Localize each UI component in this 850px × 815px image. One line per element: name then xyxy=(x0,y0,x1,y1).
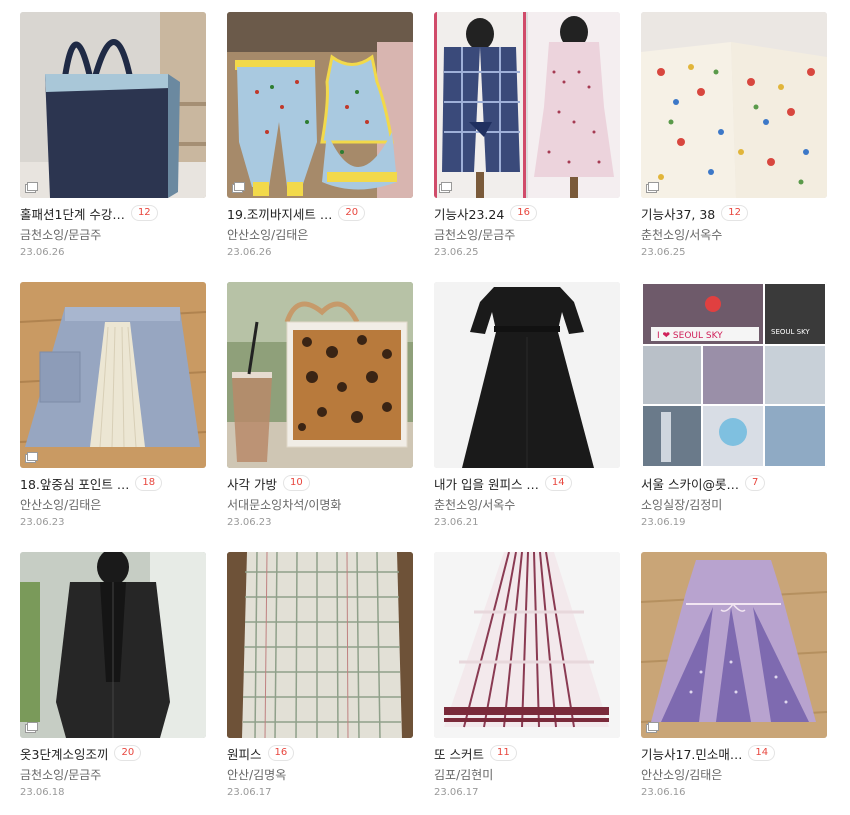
comment-count-badge: 11 xyxy=(489,745,517,761)
post-thumbnail[interactable]: I ❤ SEOUL SKY SEOUL SKY xyxy=(641,282,827,468)
multi-image-icon xyxy=(232,182,245,193)
comment-count-badge: 20 xyxy=(114,745,142,761)
post-grid: 홀패션1단계 수강… 12 금천소잉/문금주 23.06.26 19.조끼바지세… xyxy=(0,0,850,815)
post-date: 23.06.16 xyxy=(641,787,686,798)
post-author[interactable]: 금천소잉/문금주 xyxy=(20,766,101,783)
comment-count-badge: 16 xyxy=(267,745,295,761)
post-author[interactable]: 금천소잉/문금주 xyxy=(434,226,515,243)
post-title[interactable]: 기능사37, 38 xyxy=(641,204,715,223)
photo-sign-text: I ❤ SEOUL SKY xyxy=(657,331,723,341)
post-date: 23.06.17 xyxy=(434,787,479,798)
post-thumbnail[interactable] xyxy=(434,282,620,468)
post-title[interactable]: 원피스 xyxy=(227,744,262,763)
multi-image-icon xyxy=(25,722,38,733)
post-author[interactable]: 안산/김명옥 xyxy=(227,766,286,783)
post-title[interactable]: 홀패션1단계 수강… xyxy=(20,204,125,223)
multi-image-icon xyxy=(439,182,452,193)
photo-sign-text: SEOUL SKY xyxy=(771,328,810,336)
post-thumbnail[interactable] xyxy=(641,552,827,738)
comment-count-badge: 16 xyxy=(510,205,538,221)
post-date: 23.06.19 xyxy=(641,517,686,528)
multi-image-icon xyxy=(646,722,659,733)
post-title[interactable]: 옷3단계소잉조끼 xyxy=(20,744,108,763)
post-thumbnail[interactable] xyxy=(434,12,620,198)
post-date: 23.06.25 xyxy=(641,247,686,258)
post-title[interactable]: 기능사23.24 xyxy=(434,204,504,223)
post-author[interactable]: 안산소잉/김태은 xyxy=(641,766,722,783)
comment-count-badge: 12 xyxy=(130,205,158,221)
comment-count-badge: 12 xyxy=(721,205,748,221)
post-author[interactable]: 안산소잉/김태은 xyxy=(20,496,101,513)
post-thumbnail[interactable] xyxy=(227,552,413,738)
comment-count-badge: 18 xyxy=(135,475,163,491)
multi-image-icon xyxy=(25,182,38,193)
post-author[interactable]: 소잉실장/김정미 xyxy=(641,496,722,513)
post-author[interactable]: 안산소잉/김태은 xyxy=(227,226,308,243)
post-thumbnail[interactable] xyxy=(641,12,827,198)
post-date: 23.06.23 xyxy=(20,517,65,528)
comment-count-badge: 14 xyxy=(748,745,776,761)
post-thumbnail[interactable] xyxy=(20,552,206,738)
post-author[interactable]: 김포/김현미 xyxy=(434,766,493,783)
comment-count-badge: 14 xyxy=(544,475,572,491)
post-title[interactable]: 사각 가방 xyxy=(227,474,277,493)
comment-count-badge: 10 xyxy=(282,475,310,491)
post-title[interactable]: 또 스커트 xyxy=(434,744,484,763)
post-title[interactable]: 내가 입을 원피스 … xyxy=(434,474,539,493)
post-date: 23.06.23 xyxy=(227,517,272,528)
post-date: 23.06.25 xyxy=(434,247,479,258)
post-date: 23.06.17 xyxy=(227,787,272,798)
multi-image-icon xyxy=(25,452,38,463)
post-thumbnail[interactable] xyxy=(434,552,620,738)
post-author[interactable]: 서대문소잉차석/이명화 xyxy=(227,496,341,513)
post-date: 23.06.26 xyxy=(20,247,65,258)
post-date: 23.06.21 xyxy=(434,517,479,528)
post-thumbnail[interactable] xyxy=(227,12,413,198)
post-title[interactable]: 19.조끼바지세트 … xyxy=(227,204,332,223)
multi-image-icon xyxy=(646,182,659,193)
post-thumbnail[interactable] xyxy=(227,282,413,468)
comment-count-badge: 20 xyxy=(338,205,366,221)
post-author[interactable]: 춘천소잉/서옥수 xyxy=(641,226,722,243)
post-title[interactable]: 기능사17.민소매… xyxy=(641,744,742,763)
post-thumbnail[interactable] xyxy=(20,12,206,198)
post-author[interactable]: 춘천소잉/서옥수 xyxy=(434,496,515,513)
comment-count-badge: 7 xyxy=(744,475,766,491)
post-title[interactable]: 서울 스카이@롯… xyxy=(641,474,739,493)
post-author[interactable]: 금천소잉/문금주 xyxy=(20,226,101,243)
post-date: 23.06.18 xyxy=(20,787,65,798)
post-title[interactable]: 18.앞중심 포인트 … xyxy=(20,474,129,493)
post-thumbnail[interactable] xyxy=(20,282,206,468)
post-date: 23.06.26 xyxy=(227,247,272,258)
